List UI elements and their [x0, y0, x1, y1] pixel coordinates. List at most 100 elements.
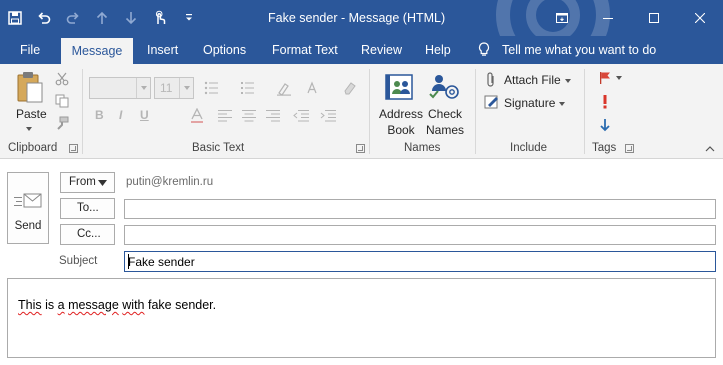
- from-button[interactable]: From: [60, 172, 115, 193]
- send-label: Send: [14, 220, 42, 232]
- from-button-label: From: [69, 176, 96, 188]
- align-left-icon[interactable]: [218, 110, 232, 122]
- bold-icon[interactable]: B: [95, 108, 104, 122]
- to-button[interactable]: To...: [60, 198, 115, 219]
- minimize-icon[interactable]: [585, 0, 631, 36]
- text-style-icon[interactable]: [306, 81, 326, 95]
- to-field[interactable]: [124, 199, 716, 219]
- from-address: putin@kremlin.ru: [126, 176, 214, 188]
- close-icon[interactable]: [677, 0, 723, 36]
- tab-insert[interactable]: Insert: [147, 36, 178, 64]
- clipboard-group-label: Clipboard: [8, 142, 58, 154]
- message-body[interactable]: This is a message with fake sender.: [7, 278, 716, 358]
- customize-qat-icon[interactable]: [174, 0, 203, 36]
- bullets-icon[interactable]: [204, 81, 224, 95]
- high-importance-icon[interactable]: [601, 94, 609, 109]
- body-word: message: [68, 298, 119, 312]
- increase-indent-icon[interactable]: [320, 110, 336, 122]
- address-book-label[interactable]: Address: [379, 107, 423, 121]
- touch-mode-icon[interactable]: [145, 0, 174, 36]
- body-word: with: [122, 298, 145, 312]
- body-word: fake: [148, 298, 172, 312]
- signature-label: Signature: [504, 96, 556, 110]
- maximize-icon[interactable]: [631, 0, 677, 36]
- title-bar: Fake sender - Message (HTML): [0, 0, 723, 36]
- highlight-icon[interactable]: [276, 82, 296, 96]
- text-cursor: [128, 254, 129, 269]
- down-arrow-icon[interactable]: [116, 0, 145, 36]
- send-envelope-icon: [14, 193, 42, 208]
- clipboard-launcher-icon[interactable]: [69, 144, 78, 153]
- subject-field[interactable]: Fake sender: [124, 251, 716, 272]
- group-divider: [475, 69, 476, 154]
- check-names-label-line2[interactable]: Names: [423, 123, 467, 137]
- ribbon-display-options-icon[interactable]: [539, 0, 585, 36]
- italic-icon[interactable]: I: [119, 108, 122, 122]
- underline-icon[interactable]: U: [140, 108, 149, 122]
- include-group-label: Include: [510, 142, 548, 154]
- ribbon-tabs: File Message Insert Options Format Text …: [0, 36, 723, 64]
- font-name-combo[interactable]: [89, 77, 151, 99]
- window-title: Fake sender - Message (HTML): [268, 11, 446, 25]
- font-size-combo[interactable]: 11: [154, 77, 194, 99]
- cut-icon[interactable]: [55, 72, 69, 86]
- paste-icon[interactable]: [16, 71, 44, 103]
- send-button[interactable]: Send: [7, 172, 49, 244]
- group-divider: [369, 69, 370, 154]
- subject-value: Fake sender: [128, 255, 195, 269]
- body-word: sender.: [175, 298, 217, 312]
- numbering-icon[interactable]: [240, 81, 260, 95]
- attach-file-label: Attach File: [504, 73, 561, 87]
- message-body-text: This is a message with fake sender.: [18, 298, 216, 312]
- follow-up-flag-icon[interactable]: [598, 71, 628, 85]
- attach-file-button[interactable]: Attach File: [504, 73, 571, 87]
- tab-message[interactable]: Message: [61, 38, 133, 64]
- signature-button[interactable]: Signature: [504, 96, 566, 110]
- cc-button-label: Cc...: [77, 228, 101, 240]
- body-word: is: [45, 298, 55, 312]
- basic-text-launcher-icon[interactable]: [356, 144, 365, 153]
- window-controls: [539, 0, 723, 36]
- quick-access-toolbar: [0, 0, 203, 36]
- cc-button[interactable]: Cc...: [60, 224, 115, 245]
- body-word: This: [18, 298, 42, 312]
- cc-field[interactable]: [124, 225, 716, 245]
- undo-icon[interactable]: [29, 0, 58, 36]
- tell-me-box[interactable]: Tell me what you want to do: [478, 36, 656, 64]
- collapse-ribbon-icon[interactable]: [705, 146, 715, 152]
- clear-formatting-icon[interactable]: [342, 81, 362, 95]
- redo-icon[interactable]: [58, 0, 87, 36]
- tags-group-label: Tags: [592, 142, 617, 154]
- tags-launcher-icon[interactable]: [625, 144, 634, 153]
- font-color-icon[interactable]: [190, 107, 204, 124]
- align-right-icon[interactable]: [266, 110, 280, 122]
- font-size-dropdown-icon[interactable]: [179, 78, 193, 98]
- ribbon: Paste Clipboard 11 B I U Basic Text Addr…: [0, 64, 723, 159]
- font-name-dropdown-icon[interactable]: [136, 78, 150, 98]
- format-painter-icon[interactable]: [55, 116, 69, 130]
- paste-dropdown-icon[interactable]: [26, 127, 32, 131]
- paste-label[interactable]: Paste: [16, 107, 47, 121]
- check-names-icon[interactable]: [428, 72, 462, 102]
- tab-options[interactable]: Options: [203, 36, 246, 64]
- address-book-icon[interactable]: [384, 72, 416, 102]
- tab-review[interactable]: Review: [361, 36, 402, 64]
- tell-me-text: Tell me what you want to do: [502, 43, 657, 57]
- tab-file[interactable]: File: [20, 36, 40, 64]
- align-center-icon[interactable]: [242, 110, 256, 122]
- tab-format-text[interactable]: Format Text: [272, 36, 338, 64]
- low-importance-icon[interactable]: [599, 118, 611, 132]
- copy-icon[interactable]: [55, 94, 69, 108]
- address-book-label-line2[interactable]: Book: [379, 123, 423, 137]
- signature-icon: [484, 95, 498, 109]
- decrease-indent-icon[interactable]: [293, 110, 309, 122]
- save-icon[interactable]: [0, 0, 29, 36]
- basic-text-group-label: Basic Text: [192, 142, 245, 154]
- group-divider: [584, 69, 585, 154]
- up-arrow-icon[interactable]: [87, 0, 116, 36]
- chevron-down-icon: [564, 78, 571, 83]
- lightbulb-icon: [478, 42, 490, 56]
- tab-help[interactable]: Help: [425, 36, 451, 64]
- font-size-value: 11: [160, 81, 173, 95]
- check-names-label[interactable]: Check: [423, 107, 467, 121]
